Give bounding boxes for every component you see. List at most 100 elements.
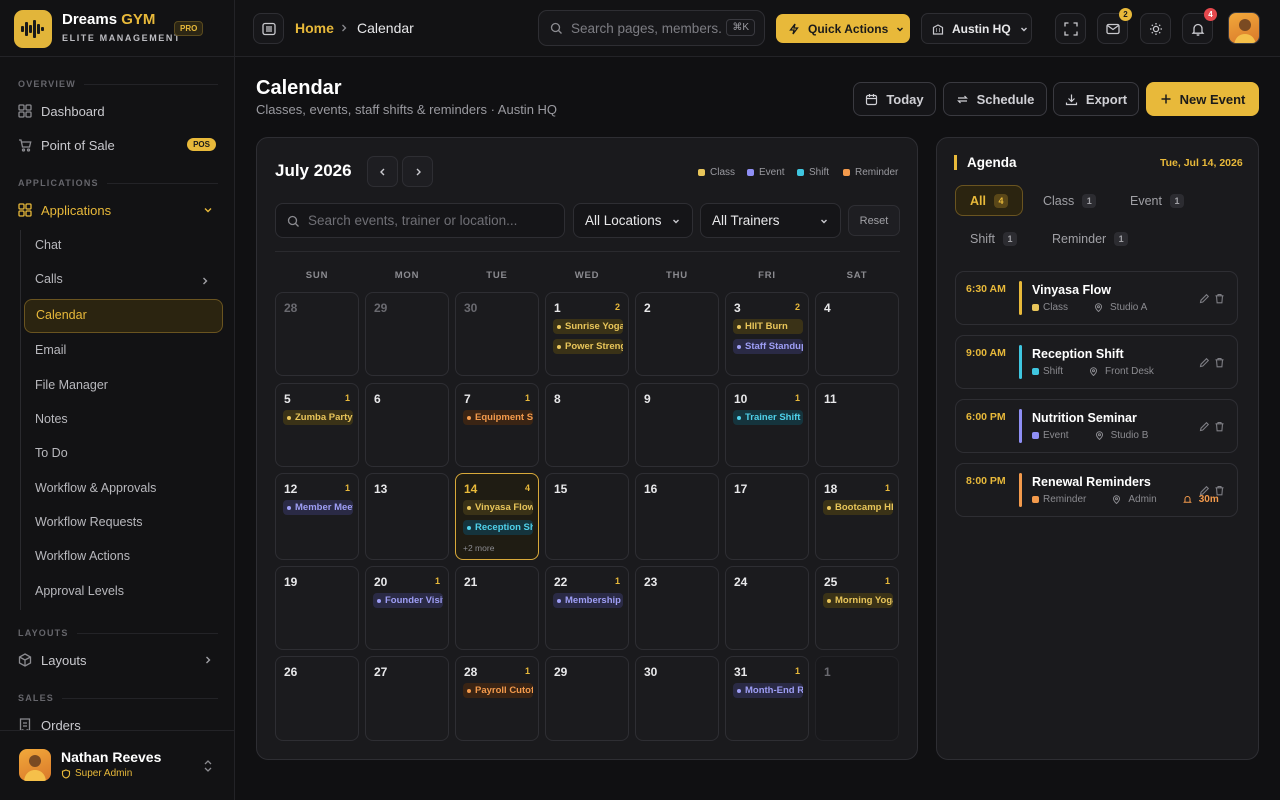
day-cell[interactable]: 13: [365, 473, 449, 560]
today-button[interactable]: Today: [853, 82, 936, 116]
trainer-filter[interactable]: All Trainers: [700, 203, 841, 238]
day-cell[interactable]: 1 2 Sunrise Yoga Power Strength: [545, 292, 629, 376]
day-cell[interactable]: 23: [635, 566, 719, 650]
tab-reminder[interactable]: Reminder 1: [1052, 223, 1129, 254]
day-cell[interactable]: 30: [455, 292, 539, 376]
event-chip-event[interactable]: Founder Visit: [373, 593, 443, 608]
event-chip-reminder[interactable]: Equipment Service: [463, 410, 533, 425]
event-chip-class[interactable]: Zumba Party: [283, 410, 353, 425]
day-cell[interactable]: 18 1 Bootcamp HIIT: [815, 473, 899, 560]
day-cell[interactable]: 10 1 Trainer Shift A: [725, 383, 809, 467]
agenda-item[interactable]: 9:00 AM Reception Shift Shift Front Desk: [955, 335, 1238, 389]
day-cell[interactable]: 7 1 Equipment Service: [455, 383, 539, 467]
tab-all[interactable]: All 4: [955, 185, 1023, 216]
edit-icon[interactable]: [1199, 421, 1210, 432]
day-cell[interactable]: 9: [635, 383, 719, 467]
day-cell[interactable]: 21: [455, 566, 539, 650]
notifications-button[interactable]: 4: [1182, 8, 1217, 44]
location-select[interactable]: Austin HQ: [921, 13, 1032, 44]
day-cell[interactable]: 2: [635, 292, 719, 376]
day-cell[interactable]: 14 4 Vinyasa Flow Reception Shift +2 more: [455, 473, 539, 560]
day-cell[interactable]: 15: [545, 473, 629, 560]
global-search-input[interactable]: [571, 11, 721, 45]
prev-month-button[interactable]: [367, 156, 398, 187]
event-chip-shift[interactable]: Reception Shift: [463, 520, 533, 535]
day-cell[interactable]: 3 2 HIIT Burn Staff Standup: [725, 292, 809, 376]
agenda-item[interactable]: 6:30 AM Vinyasa Flow Class Studio A: [955, 271, 1238, 325]
next-month-button[interactable]: [402, 156, 433, 187]
day-cell[interactable]: 27: [365, 656, 449, 741]
event-chip-class[interactable]: Vinyasa Flow: [463, 500, 533, 515]
submenu-item-workflow-requests[interactable]: Workflow Requests: [35, 515, 215, 529]
tab-event[interactable]: Event 1: [1130, 185, 1184, 216]
edit-icon[interactable]: [1199, 357, 1210, 368]
day-cell[interactable]: 16: [635, 473, 719, 560]
menu-toggle-button[interactable]: [253, 13, 284, 44]
event-chip-class[interactable]: Morning Yoga: [823, 593, 893, 608]
day-cell[interactable]: 12 1 Member Meetup: [275, 473, 359, 560]
fullscreen-button[interactable]: [1055, 13, 1086, 44]
agenda-item[interactable]: 8:00 PM Renewal Reminders Reminder Admin 30m: [955, 463, 1238, 517]
event-chip-shift[interactable]: Trainer Shift A: [733, 410, 803, 425]
submenu-item-workflow-actions[interactable]: Workflow Actions: [35, 549, 215, 563]
edit-icon[interactable]: [1199, 485, 1210, 496]
submenu-item-file-manager[interactable]: File Manager: [35, 378, 215, 392]
day-cell[interactable]: 5 1 Zumba Party: [275, 383, 359, 467]
sidebar-item-layouts[interactable]: Layouts: [18, 649, 218, 671]
day-cell[interactable]: 29: [545, 656, 629, 741]
submenu-item-email[interactable]: Email: [35, 343, 215, 357]
event-chip-event[interactable]: Month-End Review: [733, 683, 803, 698]
breadcrumb-home[interactable]: Home: [295, 20, 334, 36]
location-filter[interactable]: All Locations: [573, 203, 693, 238]
theme-toggle-button[interactable]: [1140, 13, 1171, 44]
schedule-button[interactable]: Schedule: [943, 82, 1047, 116]
profile-avatar[interactable]: [1228, 12, 1260, 44]
event-chip-class[interactable]: Sunrise Yoga: [553, 319, 623, 334]
new-event-button[interactable]: New Event: [1146, 82, 1259, 116]
trash-icon[interactable]: [1214, 485, 1225, 496]
submenu-item-calls[interactable]: Calls: [35, 272, 215, 286]
event-chip-event[interactable]: Member Meetup: [283, 500, 353, 515]
event-search-input[interactable]: [308, 204, 548, 237]
day-cell[interactable]: 29: [365, 292, 449, 376]
agenda-item[interactable]: 6:00 PM Nutrition Seminar Event Studio B: [955, 399, 1238, 453]
global-search[interactable]: ⌘K: [538, 10, 765, 46]
submenu-item-approval-levels[interactable]: Approval Levels: [35, 584, 215, 598]
trash-icon[interactable]: [1214, 293, 1225, 304]
day-cell[interactable]: 28: [275, 292, 359, 376]
event-chip-event[interactable]: Membership Drive: [553, 593, 623, 608]
submenu-item-workflow-approvals[interactable]: Workflow & Approvals: [35, 481, 215, 495]
sidebar-item-applications[interactable]: Applications: [18, 199, 218, 221]
logo-icon[interactable]: [14, 10, 52, 48]
day-cell[interactable]: 30: [635, 656, 719, 741]
event-chip-class[interactable]: HIIT Burn: [733, 319, 803, 334]
day-cell[interactable]: 26: [275, 656, 359, 741]
chevron-updown-icon[interactable]: [202, 759, 214, 773]
export-button[interactable]: Export: [1053, 82, 1139, 116]
day-cell[interactable]: 24: [725, 566, 809, 650]
event-chip-event[interactable]: Staff Standup: [733, 339, 803, 354]
day-cell[interactable]: 20 1 Founder Visit: [365, 566, 449, 650]
more-events-link[interactable]: +2 more: [463, 543, 494, 553]
tab-class[interactable]: Class 1: [1043, 185, 1097, 216]
quick-actions-button[interactable]: Quick Actions: [776, 14, 910, 43]
tab-shift[interactable]: Shift 1: [970, 223, 1018, 254]
day-cell[interactable]: 4: [815, 292, 899, 376]
submenu-item-notes[interactable]: Notes: [35, 412, 215, 426]
event-search[interactable]: [275, 203, 565, 238]
day-cell[interactable]: 6: [365, 383, 449, 467]
day-cell[interactable]: 22 1 Membership Drive: [545, 566, 629, 650]
sidebar-item-dashboard[interactable]: Dashboard: [18, 100, 218, 122]
reset-button[interactable]: Reset: [848, 205, 900, 236]
event-chip-reminder[interactable]: Payroll Cutoff: [463, 683, 533, 698]
sidebar-item-point-of-sale[interactable]: Point of Sale POS: [18, 134, 218, 156]
event-chip-class[interactable]: Power Strength: [553, 339, 623, 354]
submenu-item-to-do[interactable]: To Do: [35, 446, 215, 460]
mail-button[interactable]: 2: [1097, 8, 1132, 44]
day-cell[interactable]: 17: [725, 473, 809, 560]
day-cell[interactable]: 28 1 Payroll Cutoff: [455, 656, 539, 741]
submenu-item-chat[interactable]: Chat: [35, 238, 215, 252]
event-chip-class[interactable]: Bootcamp HIIT: [823, 500, 893, 515]
day-cell[interactable]: 1: [815, 656, 899, 741]
day-cell[interactable]: 8: [545, 383, 629, 467]
